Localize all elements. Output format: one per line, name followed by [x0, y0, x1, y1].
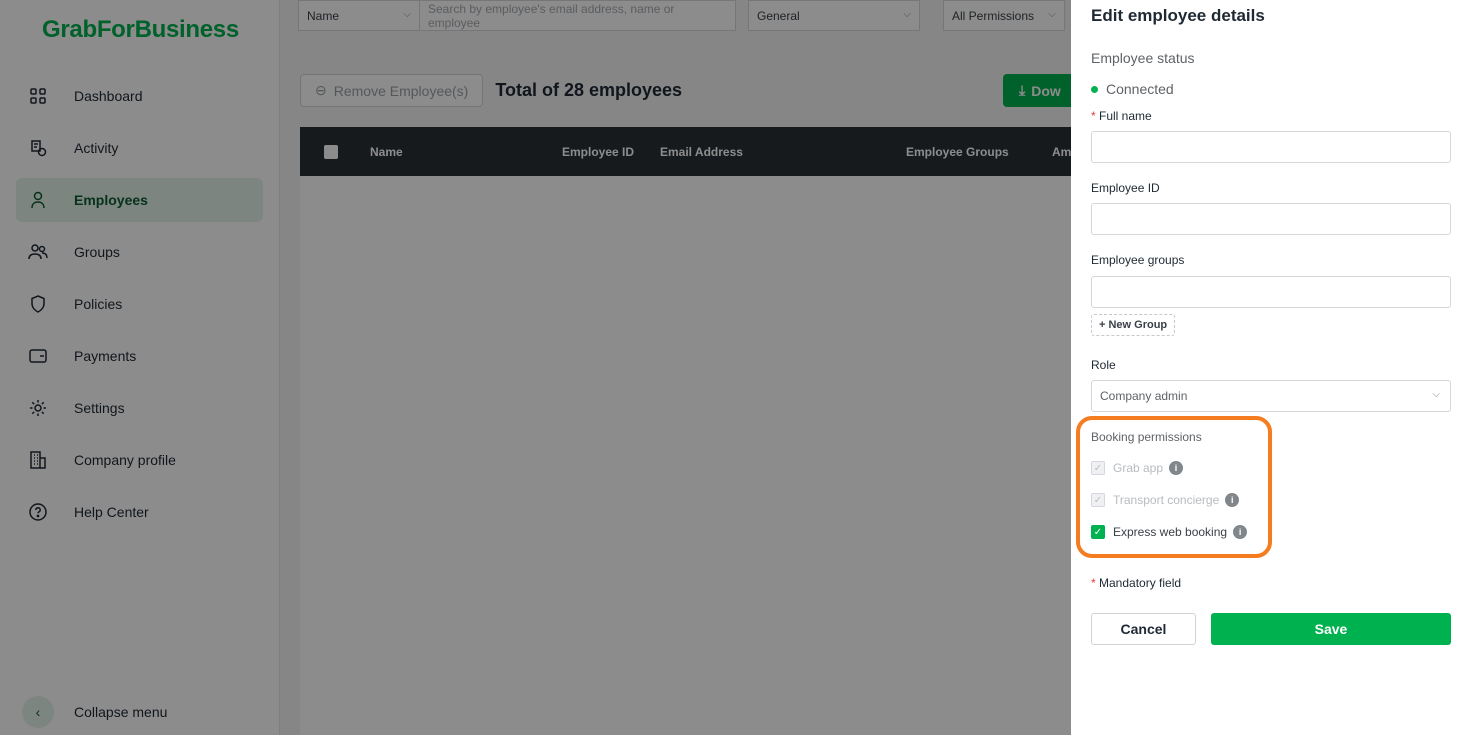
full-name-label: * Full name — [1091, 109, 1152, 123]
info-icon[interactable]: i — [1233, 525, 1248, 539]
info-icon[interactable]: i — [1225, 493, 1240, 507]
chevron-down-icon: ⌵ — [1432, 389, 1440, 400]
info-icon[interactable]: i — [1169, 461, 1184, 475]
role-label: Role — [1091, 358, 1116, 372]
express-web-booking-checkbox[interactable]: ✓ — [1091, 525, 1105, 539]
employee-id-label: Employee ID — [1091, 181, 1160, 195]
employee-status: Connected — [1091, 81, 1174, 97]
permission-grab-app: ✓ Grab app i — [1091, 461, 1184, 475]
status-value: Connected — [1106, 81, 1174, 97]
save-button[interactable]: Save — [1211, 613, 1451, 645]
modal-overlay[interactable] — [0, 0, 1071, 735]
permission-express-web-booking: ✓ Express web booking i — [1091, 525, 1248, 539]
employee-groups-field[interactable] — [1091, 276, 1451, 308]
permission-transport-concierge: ✓ Transport concierge i — [1091, 493, 1240, 507]
edit-employee-drawer: Edit employee details Employee status Co… — [1071, 0, 1466, 735]
new-group-button[interactable]: + New Group — [1091, 314, 1176, 336]
employee-groups-label: Employee groups — [1091, 253, 1185, 267]
status-dot-icon — [1091, 85, 1098, 93]
employee-id-field[interactable] — [1091, 203, 1451, 235]
mandatory-note: * Mandatory field — [1091, 576, 1182, 590]
role-select[interactable]: Company admin ⌵ — [1091, 380, 1451, 412]
permission-label: Grab app — [1113, 461, 1164, 475]
grab-app-checkbox: ✓ — [1091, 461, 1105, 475]
transport-concierge-checkbox: ✓ — [1091, 493, 1105, 507]
employee-status-label: Employee status — [1091, 50, 1195, 66]
full-name-field[interactable] — [1091, 131, 1451, 163]
permission-label: Express web booking — [1113, 525, 1228, 539]
booking-permissions-label: Booking permissions — [1091, 430, 1202, 444]
cancel-button[interactable]: Cancel — [1091, 613, 1196, 645]
role-value: Company admin — [1100, 389, 1188, 403]
permission-label: Transport concierge — [1113, 493, 1220, 507]
drawer-title: Edit employee details — [1091, 6, 1265, 25]
